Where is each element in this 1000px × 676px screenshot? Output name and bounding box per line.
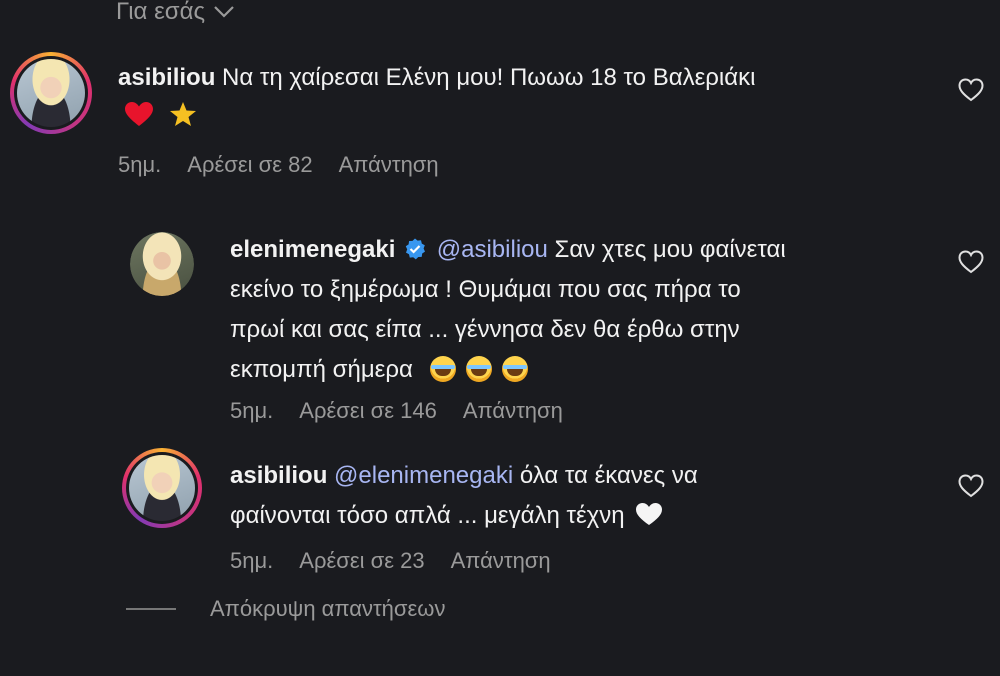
tears-of-joy-emoji-icon bbox=[429, 356, 456, 382]
avatar-image bbox=[129, 455, 195, 521]
comment-time: 5ημ. bbox=[118, 152, 162, 177]
comments-panel: Για εσάς asibiliou Να τη χαίρεσαι Ελένη … bbox=[0, 0, 1000, 676]
mention-link[interactable]: @asibiliou bbox=[437, 236, 548, 263]
hide-replies-label: Απόκρυψη απαντήσεων bbox=[210, 596, 446, 621]
likes-count[interactable]: Αρέσει σε 23 bbox=[299, 548, 424, 574]
comment-text-line: πρωί και σας είπα ... γέννησα δεν θα έρθ… bbox=[230, 316, 740, 343]
comment-text-line: εκπομπή σήμερα bbox=[230, 356, 413, 383]
comment-time: 5ημ. bbox=[230, 548, 274, 573]
comment-username[interactable]: elenimenegaki bbox=[230, 236, 395, 263]
comment-meta: 5ημ. Αρέσει σε 146 Απάντηση bbox=[230, 398, 563, 424]
red-heart-icon bbox=[125, 102, 153, 126]
comment-meta: 5ημ. Αρέσει σε 82 Απάντηση bbox=[118, 152, 439, 178]
reply-button[interactable]: Απάντηση bbox=[463, 398, 563, 424]
reply-button[interactable]: Απάντηση bbox=[339, 152, 439, 178]
comment-meta: 5ημ. Αρέσει σε 23 Απάντηση bbox=[230, 548, 551, 574]
comment-text-line: Σαν χτες μου φαίνεται bbox=[554, 236, 786, 263]
chevron-down-icon bbox=[214, 6, 234, 18]
sort-filter-label: Για εσάς bbox=[116, 0, 206, 25]
like-heart-icon[interactable] bbox=[958, 474, 984, 498]
divider-line bbox=[126, 608, 176, 610]
likes-count[interactable]: Αρέσει σε 82 bbox=[187, 152, 312, 178]
comment-text: Να τη χαίρεσαι Ελένη μου! Πωωω 18 το Βαλ… bbox=[222, 64, 756, 91]
avatar[interactable] bbox=[10, 52, 92, 134]
comment-text-line: όλα τα έκανες να bbox=[519, 462, 698, 489]
avatar-image bbox=[17, 59, 85, 127]
comment-emojis bbox=[124, 96, 197, 136]
comment-text-line: φαίνονται τόσο απλά ... μεγάλη τέχνη bbox=[230, 502, 625, 529]
verified-badge-icon bbox=[405, 238, 426, 260]
white-heart-icon bbox=[636, 503, 663, 525]
like-heart-icon[interactable] bbox=[958, 78, 984, 102]
comment-text-line: εκείνο το ξημέρωμα ! Θυμάμαι που σας πήρ… bbox=[230, 276, 741, 303]
avatar[interactable] bbox=[130, 232, 194, 296]
comment-username[interactable]: asibiliou bbox=[230, 462, 327, 489]
avatar-image bbox=[130, 232, 194, 296]
tears-of-joy-emoji-icon bbox=[501, 356, 528, 382]
comment-username[interactable]: asibiliou bbox=[118, 64, 215, 91]
sort-filter-dropdown[interactable]: Για εσάς bbox=[116, 0, 235, 26]
star-icon bbox=[169, 102, 196, 126]
reply-button[interactable]: Απάντηση bbox=[451, 548, 551, 574]
hide-replies-button[interactable]: Απόκρυψη απαντήσεων bbox=[126, 596, 445, 622]
like-heart-icon[interactable] bbox=[958, 250, 984, 274]
tears-of-joy-emoji-icon bbox=[465, 356, 492, 382]
avatar[interactable] bbox=[122, 448, 202, 528]
likes-count[interactable]: Αρέσει σε 146 bbox=[299, 398, 437, 424]
comment-time: 5ημ. bbox=[230, 398, 274, 423]
mention-link[interactable]: @elenimenegaki bbox=[334, 462, 513, 489]
